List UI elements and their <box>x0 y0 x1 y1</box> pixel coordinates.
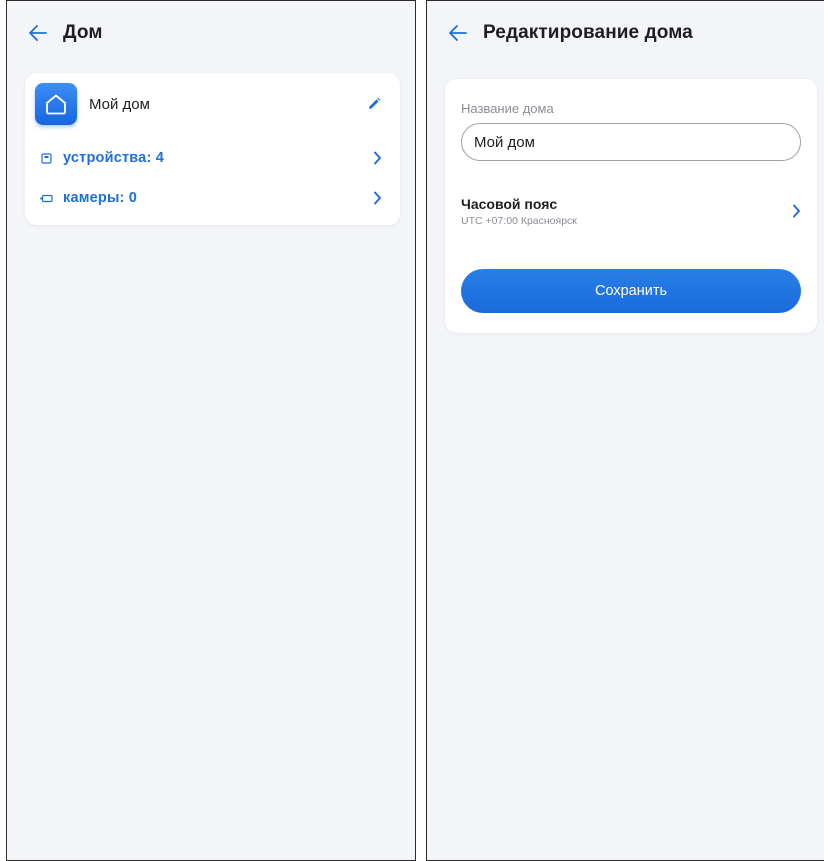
cameras-row[interactable]: камеры: 0 <box>39 183 384 213</box>
top-bar: Редактирование дома <box>427 1 824 65</box>
home-screen: Дом Мой дом устройства: 4 камеры: 0 <box>6 0 416 861</box>
camera-icon <box>39 191 53 205</box>
edit-home-card: Название дома Часовой пояс UTC +07:00 Кр… <box>445 79 817 333</box>
home-name-input[interactable] <box>461 123 801 161</box>
chevron-right-icon <box>789 202 803 220</box>
timezone-value: UTC +07:00 Красноярск <box>461 214 577 227</box>
arrow-left-icon <box>449 25 467 41</box>
devices-row[interactable]: устройства: 4 <box>39 143 384 173</box>
home-card: Мой дом устройства: 4 камеры: 0 <box>25 73 400 225</box>
home-header: Мой дом <box>35 83 386 125</box>
page-title: Дом <box>63 22 103 43</box>
chevron-right-icon <box>370 149 384 167</box>
back-button[interactable] <box>25 20 51 46</box>
pencil-icon <box>369 97 381 109</box>
timezone-title: Часовой пояс <box>461 195 558 212</box>
back-button[interactable] <box>445 20 471 46</box>
timezone-text: Часовой пояс UTC +07:00 Красноярск <box>461 196 789 227</box>
top-bar: Дом <box>7 1 415 65</box>
save-button[interactable]: Сохранить <box>461 269 801 313</box>
cameras-label: камеры: 0 <box>63 190 138 206</box>
chevron-right-icon <box>370 189 384 207</box>
home-name-label: Название дома <box>461 101 554 116</box>
arrow-left-icon <box>29 25 47 41</box>
page-title: Редактирование дома <box>483 22 693 43</box>
edit-button[interactable] <box>362 92 386 116</box>
home-name: Мой дом <box>89 95 150 113</box>
timezone-row[interactable]: Часовой пояс UTC +07:00 Красноярск <box>461 191 803 231</box>
edit-home-screen: Редактирование дома Название дома Часово… <box>426 0 824 861</box>
devices-label: устройства: 4 <box>63 150 164 166</box>
home-icon <box>35 83 77 125</box>
device-icon <box>39 151 53 165</box>
